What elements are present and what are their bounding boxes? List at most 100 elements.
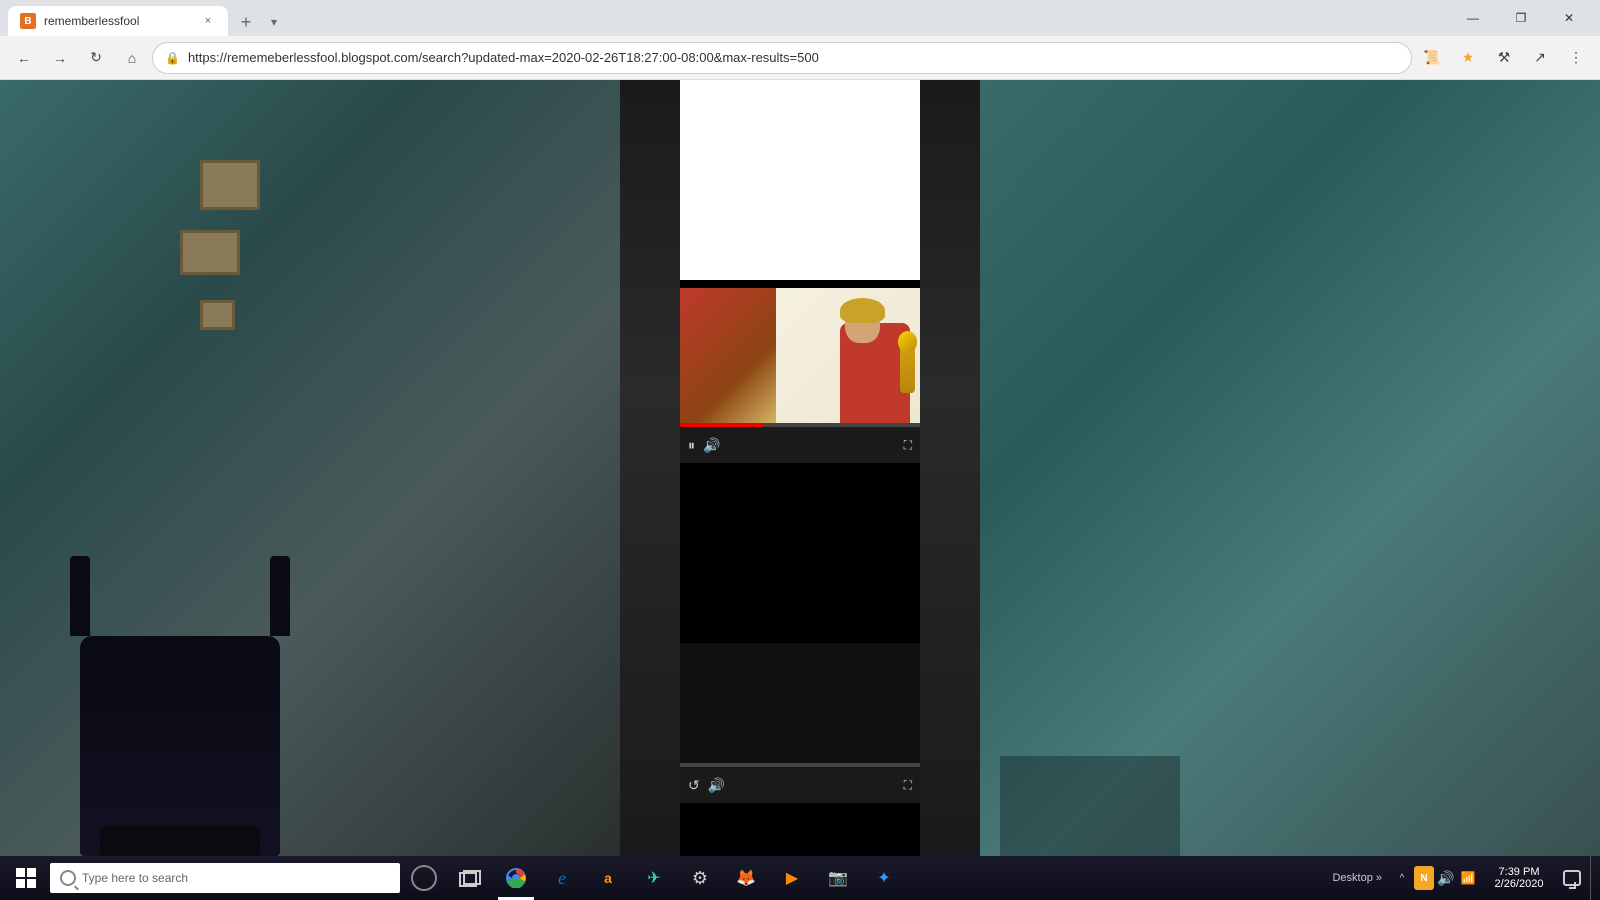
volume-button-2[interactable]: 🔊 — [708, 777, 725, 794]
nav-right-icons: 📜 ★ ⚒ ↗ ⋮ — [1416, 42, 1592, 74]
clock-time: 7:39 PM — [1499, 866, 1540, 878]
bg-center-panel: ⏸ 🔊 ⛶ — [620, 80, 980, 856]
chair-right-arm — [270, 556, 290, 636]
navigation-bar: ← → ↻ ⌂ 🔒 https://rememeberlessfool.blog… — [0, 36, 1600, 80]
bg-left-panel — [0, 80, 620, 856]
microphone-head — [898, 331, 917, 353]
cortana-icon — [411, 865, 437, 891]
background-scene: ⏸ 🔊 ⛶ — [0, 80, 1600, 856]
chair-left-arm — [70, 556, 90, 636]
lock-icon: 🔒 — [165, 51, 180, 65]
cortana-button[interactable] — [402, 856, 446, 900]
unknown-app-icon: ✦ — [877, 868, 890, 888]
taskbar-unknown-button[interactable]: ✦ — [862, 856, 906, 900]
progress-bar-1[interactable] — [680, 423, 920, 427]
painting-3 — [200, 300, 235, 330]
edge-icon: e — [558, 868, 566, 889]
taskbar-amazon-button[interactable]: a — [586, 856, 630, 900]
fullscreen-button-1[interactable]: ⛶ — [904, 438, 912, 453]
browser-tab[interactable]: B rememberlessfool × — [8, 6, 228, 36]
volume-button-1[interactable]: 🔊 — [703, 437, 720, 454]
network-tray-button[interactable]: 📶 — [1458, 868, 1478, 888]
tripadvisor-icon: ✈ — [647, 868, 660, 888]
start-button[interactable] — [4, 856, 48, 900]
amazon-icon: a — [604, 870, 612, 886]
progress-fill-1 — [680, 423, 764, 427]
menu-button[interactable]: ⋮ — [1560, 42, 1592, 74]
black-bottom-area — [680, 803, 920, 856]
pause-button[interactable]: ⏸ — [688, 437, 695, 454]
search-icon — [60, 870, 76, 886]
taskbar-edge-button[interactable]: e — [540, 856, 584, 900]
search-placeholder: Type here to search — [82, 871, 188, 885]
back-button[interactable]: ← — [8, 42, 40, 74]
tab-title: rememberlessfool — [44, 14, 192, 28]
page-content: ⏸ 🔊 ⛶ — [0, 80, 1600, 856]
video-thumbnail-1 — [680, 288, 920, 423]
vlc-icon: ▶ — [786, 868, 798, 888]
title-bar: B rememberlessfool × + ▾ — ❐ ✕ — [0, 0, 1600, 36]
chair-base — [100, 826, 260, 856]
taskbar-settings-button[interactable]: ⚙ — [678, 856, 722, 900]
taskbar-tripadvisor-button[interactable]: ✈ — [632, 856, 676, 900]
taskbar: Type here to search e — [0, 856, 1600, 900]
home-button[interactable]: ⌂ — [116, 42, 148, 74]
painting-1 — [200, 160, 260, 210]
system-tray: ^ N 🔊 📶 — [1388, 868, 1482, 888]
toolbar-button[interactable]: ⚒ — [1488, 42, 1520, 74]
reload-button[interactable]: ↻ — [80, 42, 112, 74]
norton-tray-icon[interactable]: N — [1414, 868, 1434, 888]
wall-panel-right — [1000, 756, 1180, 856]
clock-area[interactable]: 7:39 PM 2/26/2020 — [1484, 866, 1554, 890]
taskbar-right: Desktop » ^ N 🔊 📶 7:39 PM 2/26/2020 — [1328, 856, 1596, 900]
minimize-button[interactable]: — — [1450, 0, 1496, 36]
video-player-1: ⏸ 🔊 ⛶ — [680, 288, 920, 463]
browser-content-area: ⏸ 🔊 ⛶ — [680, 80, 920, 856]
task-view-button[interactable] — [448, 856, 492, 900]
clock-date: 2/26/2020 — [1495, 878, 1544, 890]
bookmark-button[interactable]: ★ — [1452, 42, 1484, 74]
video-controls-2: ↺ 🔊 ⛶ — [680, 767, 920, 803]
search-box[interactable]: Type here to search — [50, 863, 400, 893]
singer-hair — [840, 298, 885, 323]
video-controls-1: ⏸ 🔊 ⛶ — [680, 427, 920, 463]
inter-player-gap — [680, 463, 920, 643]
tray-expand-button[interactable]: ^ — [1392, 868, 1412, 888]
tab-favicon: B — [20, 13, 36, 29]
taskbar-firefox-button[interactable]: 🦊 — [724, 856, 768, 900]
bg-right-panel — [980, 80, 1600, 856]
tab-area: B rememberlessfool × + ▾ — [8, 0, 1442, 36]
video-thumbnail-2 — [680, 643, 920, 763]
taskbar-camera-button[interactable]: 📷 — [816, 856, 860, 900]
forward-button[interactable]: → — [44, 42, 76, 74]
video-image — [680, 288, 920, 423]
notification-icon — [1563, 870, 1581, 886]
video-player-2: ↺ 🔊 ⛶ — [680, 643, 920, 803]
address-bar[interactable]: 🔒 https://rememeberlessfool.blogspot.com… — [152, 42, 1412, 74]
share-button[interactable]: ↗ — [1524, 42, 1556, 74]
reader-mode-button[interactable]: 📜 — [1416, 42, 1448, 74]
volume-tray-button[interactable]: 🔊 — [1436, 868, 1456, 888]
divider-strip — [680, 280, 920, 288]
tab-close-button[interactable]: × — [200, 13, 216, 29]
browser-frame: B rememberlessfool × + ▾ — ❐ ✕ ← → ↻ ⌂ 🔒… — [0, 0, 1600, 900]
desktop-text[interactable]: Desktop » — [1328, 872, 1386, 884]
fullscreen-button-2[interactable]: ⛶ — [904, 778, 912, 793]
taskbar-vlc-button[interactable]: ▶ — [770, 856, 814, 900]
replay-button[interactable]: ↺ — [688, 777, 700, 794]
taskbar-chrome-button[interactable] — [494, 856, 538, 900]
maximize-button[interactable]: ❐ — [1498, 0, 1544, 36]
tab-list-button[interactable]: ▾ — [260, 8, 288, 36]
norton-badge: N — [1414, 866, 1434, 890]
chrome-icon — [506, 868, 526, 888]
painting-2 — [180, 230, 240, 275]
settings-icon: ⚙ — [692, 868, 708, 889]
chair — [80, 636, 280, 856]
close-button[interactable]: ✕ — [1546, 0, 1592, 36]
new-tab-button[interactable]: + — [232, 8, 260, 36]
url-text: https://rememeberlessfool.blogspot.com/s… — [188, 50, 1399, 65]
windows-logo — [16, 868, 36, 888]
ad-box — [680, 80, 920, 280]
notification-button[interactable] — [1556, 856, 1588, 900]
show-desktop-button[interactable] — [1590, 856, 1596, 900]
